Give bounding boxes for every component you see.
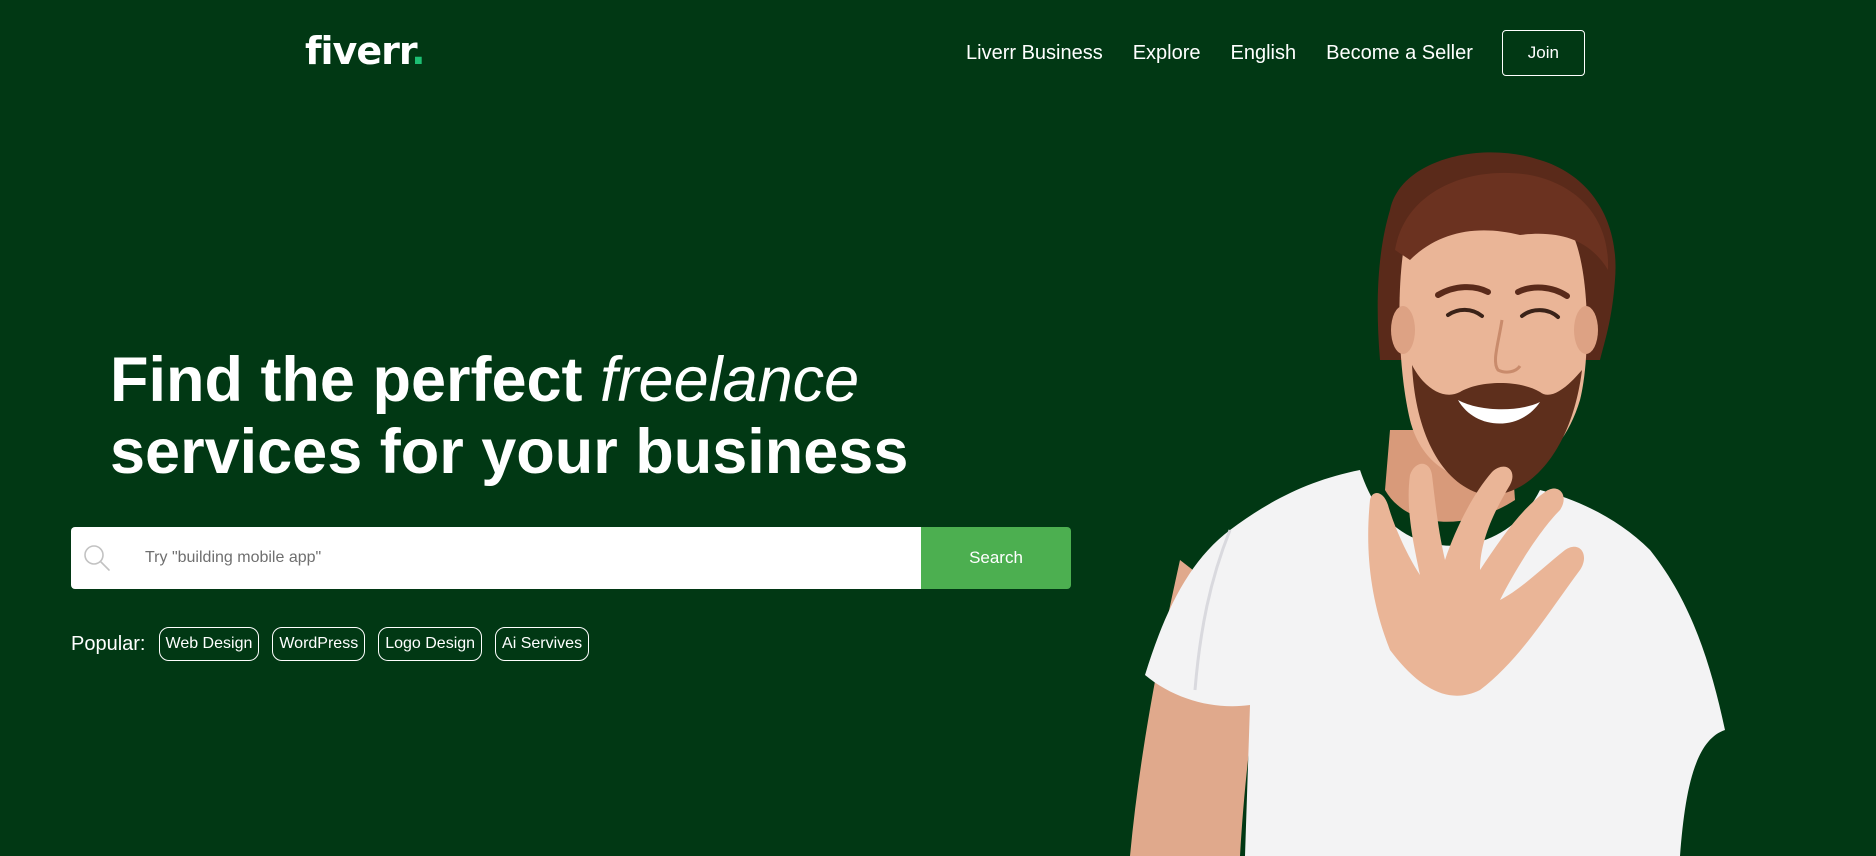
popular-label: Popular: (71, 632, 146, 655)
nav-link-explore[interactable]: Explore (1133, 42, 1201, 65)
logo-text: fiverr (305, 29, 412, 73)
headline-line2: services for your business (110, 417, 909, 487)
nav-link-become-seller[interactable]: Become a Seller (1326, 42, 1473, 65)
headline-part1: Find the perfect (110, 345, 601, 415)
popular-tags: Popular: Web Design WordPress Logo Desig… (71, 627, 602, 661)
hero-person-image (1130, 152, 1725, 856)
search-button[interactable]: Search (921, 527, 1071, 589)
popular-tag-web-design[interactable]: Web Design (158, 627, 260, 661)
popular-tag-logo-design[interactable]: Logo Design (378, 627, 483, 661)
search-field (71, 527, 921, 589)
nav-link-liverr-business[interactable]: Liverr Business (966, 42, 1103, 65)
hero-headline: Find the perfect freelance services for y… (110, 344, 908, 488)
nav-link-english[interactable]: English (1231, 42, 1297, 65)
top-nav: Liverr Business Explore English Become a… (966, 30, 1585, 76)
search-input[interactable] (145, 527, 905, 589)
fiverr-logo[interactable]: fiverr. (305, 27, 426, 75)
search-bar: Search (71, 527, 1071, 589)
join-button[interactable]: Join (1501, 30, 1585, 76)
search-icon (84, 545, 110, 571)
headline-emphasis: freelance (600, 345, 860, 415)
logo-dot: . (411, 29, 425, 73)
popular-tag-ai-services[interactable]: Ai Servives (495, 627, 590, 661)
popular-tag-wordpress[interactable]: WordPress (272, 627, 366, 661)
